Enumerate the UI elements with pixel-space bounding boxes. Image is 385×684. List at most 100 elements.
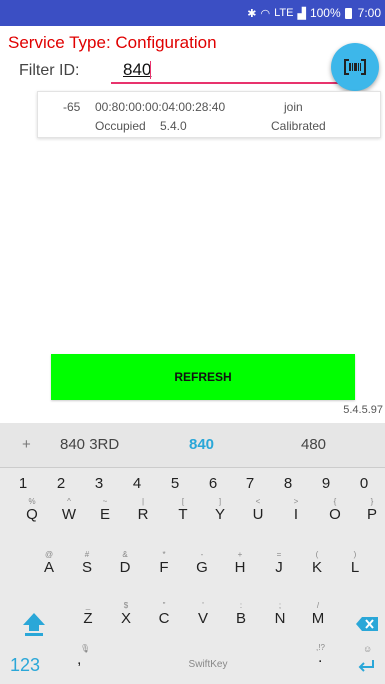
swiftkey-logo-label: SwiftKey	[188, 658, 228, 670]
letter-key[interactable]: " C	[151, 601, 177, 627]
letter-key[interactable]: -G	[189, 550, 215, 576]
letter-key[interactable]: ~ E	[92, 497, 118, 523]
key-hint: -	[200, 550, 204, 559]
letter-key[interactable]: # S	[74, 550, 100, 576]
key-letter: K	[311, 559, 322, 576]
barcode-icon	[344, 59, 366, 75]
letter-key[interactable]: < U	[245, 497, 271, 523]
letter-key[interactable]: / M	[305, 601, 331, 627]
key-hint: &	[122, 550, 128, 559]
comma-key[interactable]: ,	[77, 651, 81, 669]
letter-key[interactable]: :B	[228, 601, 254, 627]
key-letter: U	[252, 506, 264, 523]
key-letter: W	[61, 506, 77, 523]
space-bar[interactable]: SwiftKey	[110, 648, 306, 680]
letter-key[interactable]: > I	[283, 497, 309, 523]
key-hint: '	[202, 601, 204, 610]
key-hint: "	[162, 601, 166, 610]
key-hint: |	[141, 497, 145, 506]
letter-key[interactable]: = J	[266, 550, 292, 576]
key-letter: V	[197, 610, 208, 627]
number-key[interactable]: 5	[163, 475, 187, 492]
key-hint: $	[123, 601, 129, 610]
device-rssi: -65	[63, 100, 81, 114]
number-key[interactable]: 0	[352, 475, 376, 492]
letter-key[interactable]: ) L	[342, 550, 368, 576]
period-key[interactable]: .	[318, 649, 322, 667]
letter-key[interactable]: {O	[322, 497, 348, 523]
number-key[interactable]: 9	[314, 475, 338, 492]
key-letter: P	[366, 506, 377, 523]
suggestion-3[interactable]: 480	[301, 436, 326, 453]
scan-barcode-button[interactable]	[331, 43, 379, 91]
letter-key[interactable]: _ Z	[75, 601, 101, 627]
key-hint: %	[28, 497, 36, 506]
shift-key-icon[interactable]	[22, 611, 46, 637]
letter-key[interactable]: ] Y	[207, 497, 233, 523]
key-letter: B	[235, 610, 246, 627]
key-letter: J	[275, 559, 283, 576]
key-letter: R	[137, 506, 149, 523]
device-occupancy-state: Occupied	[95, 119, 146, 133]
key-letter: Z	[83, 610, 93, 627]
key-hint: (	[315, 550, 319, 559]
letter-key[interactable]: ^ W	[56, 497, 82, 523]
key-letter: E	[99, 506, 110, 523]
number-key[interactable]: 6	[201, 475, 225, 492]
number-key[interactable]: 7	[238, 475, 262, 492]
key-letter: H	[234, 559, 246, 576]
key-hint: *	[162, 550, 166, 559]
letter-key[interactable]: (K	[304, 550, 330, 576]
key-letter: O	[329, 506, 341, 523]
key-hint: ^	[67, 497, 71, 506]
refresh-button[interactable]: REFRESH	[51, 354, 355, 400]
suggestion-1[interactable]: 840 3RD	[60, 436, 119, 453]
suggestion-2[interactable]: 840	[189, 436, 214, 453]
app-version: 5.4.5.97	[343, 404, 383, 416]
letter-key[interactable]: [T	[170, 497, 196, 523]
letter-key[interactable]: @ A	[36, 550, 62, 576]
letter-key[interactable]: } P	[359, 497, 385, 523]
key-letter: N	[274, 610, 286, 627]
letter-key[interactable]: % Q	[19, 497, 45, 523]
number-key[interactable]: 8	[276, 475, 300, 492]
key-letter: T	[178, 506, 188, 523]
letter-key[interactable]: + H	[227, 550, 253, 576]
soft-keyboard: + 840 3RD 840 480 1234567890 % Q ^ W ~ E | R[T]…	[0, 423, 385, 684]
key-hint: @	[44, 550, 54, 559]
letter-key[interactable]: & D	[112, 550, 138, 576]
key-hint: ;	[278, 601, 282, 610]
suggestion-bar: + 840 3RD 840 480	[0, 423, 385, 468]
device-calibration-status: Calibrated	[271, 119, 326, 133]
battery-percent: 100%	[309, 6, 341, 20]
key-letter: G	[196, 559, 208, 576]
number-key[interactable]: 1	[11, 475, 35, 492]
backspace-key-icon[interactable]	[356, 617, 378, 631]
key-hint: /	[316, 601, 320, 610]
key-hint: ]	[218, 497, 222, 506]
enter-key-icon[interactable]	[357, 659, 375, 673]
device-join-action[interactable]: join	[284, 100, 303, 114]
letter-key[interactable]: * F	[151, 550, 177, 576]
key-hint: {	[333, 497, 337, 506]
numbers-switch-key[interactable]: 123	[10, 655, 40, 676]
letter-key[interactable]: | R	[130, 497, 156, 523]
key-hint: +	[237, 550, 243, 559]
service-type-title: Service Type: Configuration	[8, 33, 217, 52]
key-hint: #	[84, 550, 90, 559]
filter-id-input[interactable]	[111, 57, 339, 84]
toolbar-plus-icon[interactable]: +	[22, 436, 31, 453]
device-list-item[interactable]: -65 00:80:00:00:04:00:28:40 join Occupie…	[37, 91, 381, 138]
wifi-icon: ◠	[260, 7, 271, 20]
number-key[interactable]: 3	[87, 475, 111, 492]
text-cursor	[150, 61, 151, 79]
letter-key[interactable]: $ X	[113, 601, 139, 627]
number-key[interactable]: 2	[49, 475, 73, 492]
key-hint: <	[255, 497, 261, 506]
letter-key[interactable]: ' V	[190, 601, 216, 627]
number-key[interactable]: 4	[125, 475, 149, 492]
letter-key[interactable]: ; N	[267, 601, 293, 627]
key-letter: S	[81, 559, 92, 576]
status-bar: ✱ ◠ LTE ▟ 100% 7:00	[0, 0, 385, 26]
key-letter: L	[350, 559, 360, 576]
